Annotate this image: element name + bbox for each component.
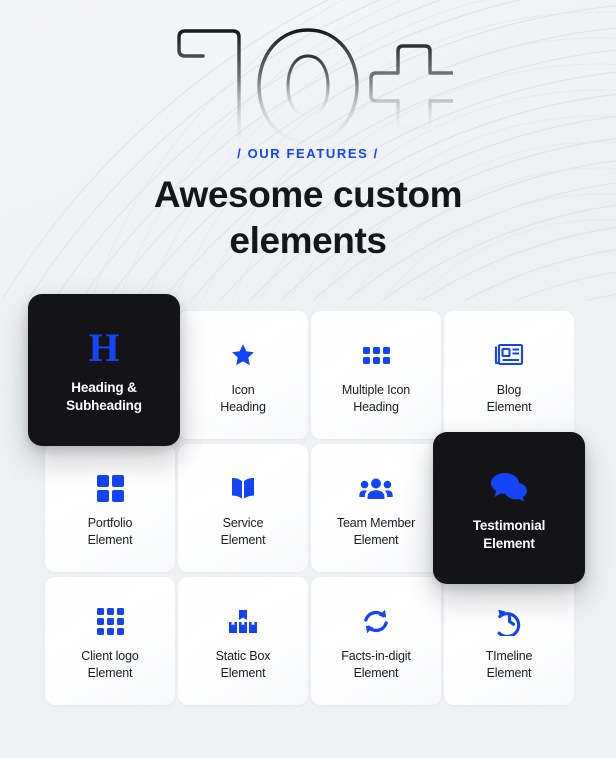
feature-card-multiple-icon-heading[interactable]: Multiple Icon Heading <box>311 311 441 439</box>
page-title: Awesome custom elements <box>0 172 616 264</box>
stacked-boxes-icon <box>227 600 259 642</box>
feature-card-service-element[interactable]: Service Element <box>178 444 308 572</box>
eyebrow-label: / OUR FEATURES / <box>237 146 379 161</box>
sync-arrows-icon <box>361 600 391 642</box>
feature-card-static-box-element[interactable]: Static Box Element <box>178 577 308 705</box>
page-title-line-2: elements <box>229 220 387 261</box>
feature-card-label: Facts-in-digit Element <box>341 649 411 680</box>
star-icon <box>228 334 258 376</box>
feature-card-label: Blog Element <box>486 383 532 414</box>
feature-card-label: Service Element <box>220 516 266 547</box>
six-dots-grid-icon <box>362 334 390 376</box>
four-squares-icon <box>96 467 124 509</box>
features-grid: H Heading & Subheading Icon Heading Mult… <box>28 294 585 711</box>
open-book-icon <box>228 467 258 509</box>
feature-card-label: Multiple Icon Heading <box>341 383 411 414</box>
feature-card-label: Heading & Subheading <box>66 380 142 413</box>
ten-plus-outline-icon <box>177 28 453 145</box>
feature-card-icon-heading[interactable]: Icon Heading <box>178 311 308 439</box>
speech-bubbles-icon <box>489 463 529 509</box>
feature-card-client-logo-element[interactable]: Client logo Element <box>45 577 175 705</box>
feature-card-label: Team Member Element <box>336 516 416 547</box>
feature-card-testimonial-element[interactable]: Testimonial Element <box>433 432 585 584</box>
feature-card-heading-subheading[interactable]: H Heading & Subheading <box>28 294 180 446</box>
clock-history-icon <box>495 600 524 642</box>
feature-card-facts-in-digit-element[interactable]: Facts-in-digit Element <box>311 577 441 705</box>
big-number-graphic <box>0 18 616 158</box>
feature-card-label: Client logo Element <box>81 649 139 680</box>
page-title-line-1: Awesome custom <box>153 174 463 215</box>
feature-card-blog-element[interactable]: Blog Element <box>444 311 574 439</box>
people-group-icon <box>359 467 393 509</box>
newspaper-icon <box>493 334 525 376</box>
feature-card-label: Static Box Element <box>215 649 271 680</box>
heading-h-icon: H <box>88 325 120 370</box>
feature-card-label: TImeline Element <box>485 649 533 680</box>
feature-card-label: Testimonial Element <box>472 518 546 551</box>
feature-card-label: Icon Heading <box>220 383 266 414</box>
feature-card-timeline-element[interactable]: TImeline Element <box>444 577 574 705</box>
feature-card-team-member-element[interactable]: Team Member Element <box>311 444 441 572</box>
nine-squares-grid-icon <box>96 600 124 642</box>
feature-card-portfolio-element[interactable]: Portfolio Element <box>45 444 175 572</box>
feature-card-label: Portfolio Element <box>87 516 133 547</box>
